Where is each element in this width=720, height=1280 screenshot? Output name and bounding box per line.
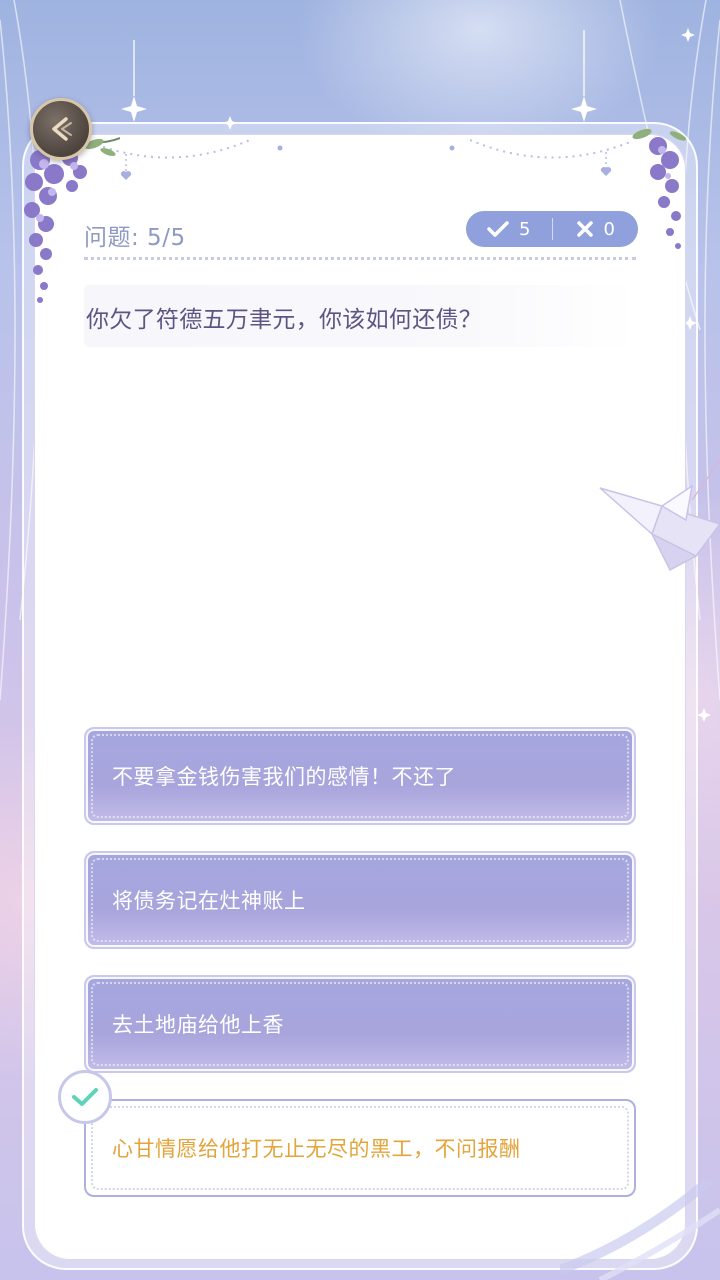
wisteria-left-decoration [24,130,120,303]
wrong-score: 0 [553,219,639,240]
header-divider [84,257,636,260]
answer-option-label: 去土地庙给他上香 [112,1013,284,1037]
answer-option-label: 将债务记在灶神账上 [112,889,306,913]
cross-icon [576,221,593,237]
question-text: 你欠了符德五万聿元，你该如何还债？ [86,307,483,333]
ribbon-decoration [560,1180,720,1280]
back-button[interactable] [30,98,92,160]
check-icon [487,221,509,237]
garland-decoration [89,139,631,180]
check-icon [72,1088,98,1106]
answer-option-label: 心甘情愿给他打无止无尽的黑工，不问报酬 [112,1137,521,1161]
score-counter: 5 0 [466,211,638,247]
wisteria-right-decoration [632,128,687,249]
correct-count: 5 [519,218,531,240]
answer-option-2[interactable]: 将债务记在灶神账上 [84,851,636,949]
answer-option-1[interactable]: 不要拿金钱伤害我们的感情！不还了 [84,727,636,825]
answer-option-label: 不要拿金钱伤害我们的感情！不还了 [112,765,456,789]
answer-option-3[interactable]: 去土地庙给他上香 [84,975,636,1073]
back-arrow-icon [52,117,72,141]
paper-crane-decoration [599,460,720,572]
wrong-count: 0 [603,218,615,240]
answer-option-4-selected[interactable]: 心甘情愿给他打无止无尽的黑工，不问报酬 [84,1099,636,1197]
selected-answer-badge [58,1070,112,1124]
correct-score: 5 [466,219,552,240]
